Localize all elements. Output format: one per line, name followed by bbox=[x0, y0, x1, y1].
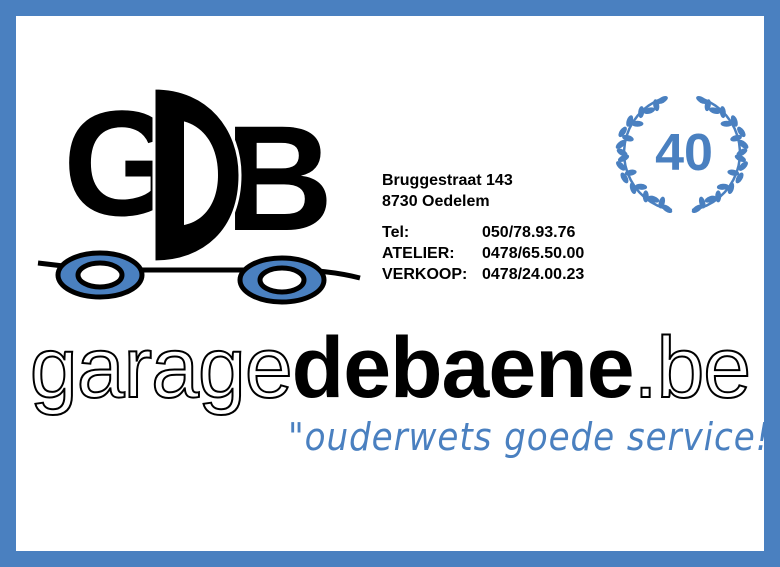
contact-label: ATELIER: bbox=[382, 245, 455, 262]
phone-number[interactable]: 050/78.93.76 bbox=[482, 222, 575, 243]
anniversary-years: 40 bbox=[655, 124, 713, 182]
website-domain[interactable]: garagedebaene.be bbox=[0, 318, 780, 418]
contact-row-verkoop: VERKOOP: 0478/24.00.23 bbox=[382, 264, 584, 285]
wheel-icon bbox=[55, 250, 145, 300]
contact-row-atelier: ATELIER: 0478/65.50.00 bbox=[382, 243, 584, 264]
slogan: "ouderwets goede service!" bbox=[288, 415, 780, 459]
contact-label: VERKOOP: bbox=[382, 266, 468, 283]
city-address: 8730 Oedelem bbox=[382, 193, 490, 210]
contact-info: Bruggestraat 143 8730 Oedelem Tel: 050/7… bbox=[382, 170, 584, 285]
street-address: Bruggestraat 143 bbox=[382, 172, 513, 189]
phone-number[interactable]: 0478/24.00.23 bbox=[482, 264, 584, 285]
phone-number[interactable]: 0478/65.50.00 bbox=[482, 243, 584, 264]
contact-label: Tel: bbox=[382, 224, 410, 241]
wheel-icon bbox=[237, 255, 327, 305]
laurel-leaf bbox=[642, 190, 649, 203]
laurel-leaf bbox=[631, 120, 644, 127]
contact-row-tel: Tel: 050/78.93.76 bbox=[382, 222, 584, 243]
laurel-wreath-icon: 40 bbox=[615, 96, 749, 214]
gdb-logo: G B bbox=[37, 80, 361, 305]
